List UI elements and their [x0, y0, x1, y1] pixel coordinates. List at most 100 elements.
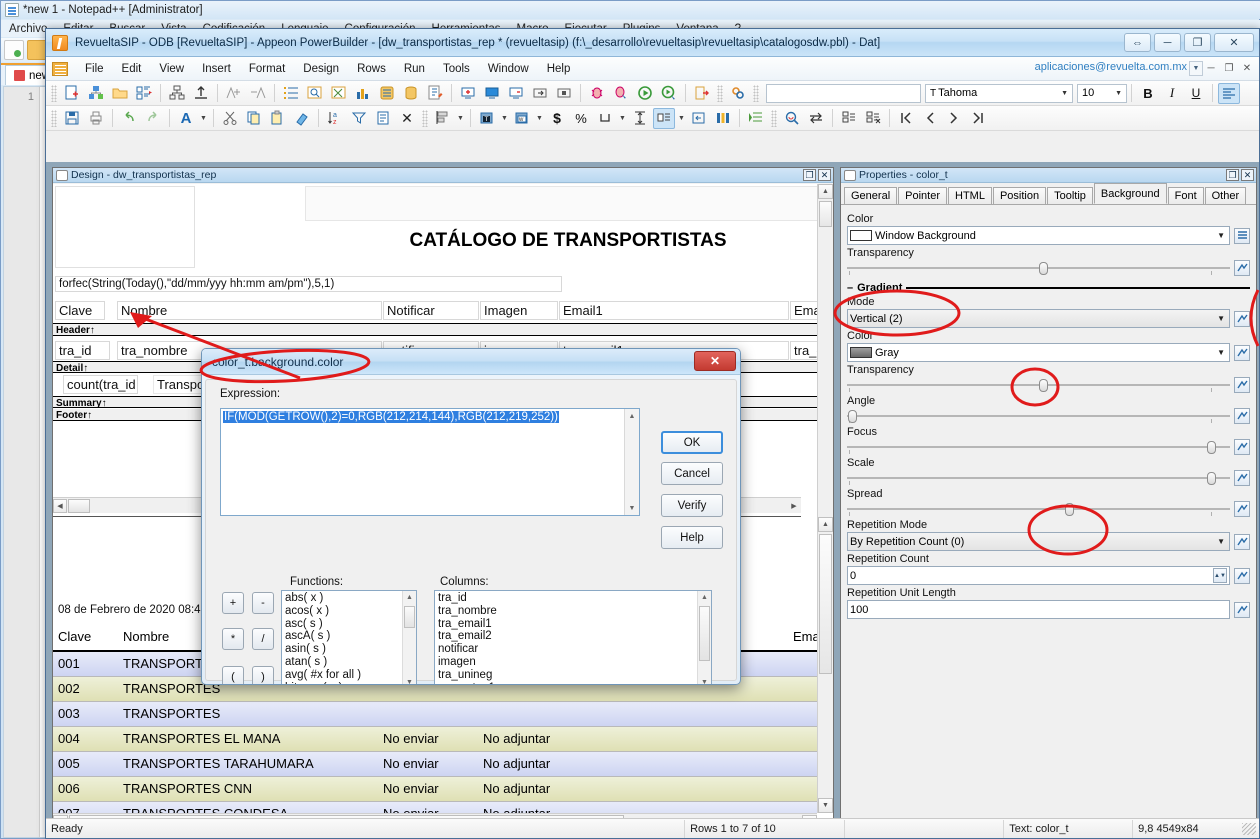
underline-button[interactable]: U: [1185, 83, 1207, 104]
scroll-thumb[interactable]: [68, 498, 90, 513]
tab-tooltip[interactable]: Tooltip: [1047, 187, 1093, 204]
spacing-chevron-icon[interactable]: ▼: [676, 108, 687, 129]
maximize-button[interactable]: ❐: [1184, 33, 1211, 52]
insert-text-icon[interactable]: T: [476, 108, 498, 129]
repetition-count-expression-button[interactable]: [1234, 567, 1250, 584]
filter-icon[interactable]: [348, 108, 370, 129]
list-item[interactable]: avg( #x for all ): [285, 669, 416, 682]
run-icon[interactable]: [634, 83, 656, 104]
menu-run[interactable]: Run: [395, 63, 434, 75]
debug-icon[interactable]: [586, 83, 608, 104]
scroll-down-arrow-icon[interactable]: ▼: [625, 501, 639, 515]
design-logo-placeholder[interactable]: [55, 186, 195, 268]
menu-window[interactable]: Window: [479, 63, 538, 75]
verify-button[interactable]: Verify: [661, 494, 723, 517]
chevron-down-icon[interactable]: ▼: [1217, 537, 1225, 546]
expression-vscrollbar[interactable]: ▲ ▼: [624, 409, 639, 515]
run-select-icon[interactable]: [658, 83, 680, 104]
prev-row-icon[interactable]: [919, 108, 941, 129]
expression-textarea[interactable]: IF(MOD(GETROW(),2)=0,RGB(212,214,144),RG…: [220, 408, 640, 516]
scale-expression-button[interactable]: [1234, 470, 1250, 486]
scroll-up-arrow-icon[interactable]: ▲: [818, 517, 833, 532]
undo-icon[interactable]: [118, 108, 140, 129]
insert-column-icon[interactable]: w: [511, 108, 533, 129]
menu-edit[interactable]: Edit: [113, 63, 151, 75]
design-report-title[interactable]: CATÁLOGO DE TRANSPORTISTAS: [383, 228, 753, 254]
expression-dialog-close-button[interactable]: ✕: [694, 351, 736, 371]
menu-view[interactable]: View: [150, 63, 193, 75]
list-item[interactable]: asin( s ): [285, 643, 416, 656]
scroll-up-arrow-icon[interactable]: ▲: [403, 591, 416, 604]
list-item[interactable]: notificar: [438, 643, 711, 656]
cancel-button[interactable]: Cancel: [661, 462, 723, 485]
operator-open-paren-button[interactable]: (: [222, 666, 244, 684]
repetition-unit-input[interactable]: 100: [847, 600, 1230, 619]
save-icon[interactable]: [61, 108, 83, 129]
sort-icon[interactable]: az: [324, 108, 346, 129]
new-object-icon[interactable]: [61, 83, 83, 104]
scroll-thumb[interactable]: [699, 606, 710, 661]
new-file-icon[interactable]: [4, 40, 24, 60]
redo-icon[interactable]: [142, 108, 164, 129]
scroll-right-arrow-icon[interactable]: ▶: [787, 499, 801, 513]
account-link[interactable]: aplicaciones@revuelta.com.mx: [1035, 61, 1187, 73]
list-item[interactable]: tra_nombre: [438, 605, 711, 618]
slider-knob[interactable]: [1207, 472, 1216, 485]
powerbuilder-toolbar-main[interactable]: T Tahoma ▼ 10 ▼ B I U: [46, 81, 1259, 106]
toolbar-grip[interactable]: [771, 109, 777, 127]
font-color-icon[interactable]: A: [175, 108, 197, 129]
insert-text-chevron-icon[interactable]: ▼: [499, 108, 510, 129]
properties-window-controls[interactable]: ❐ ✕: [1226, 169, 1254, 181]
database-table-icon[interactable]: [376, 83, 398, 104]
gradient-transparency-expression-button[interactable]: [1234, 377, 1250, 393]
functions-vscrollbar[interactable]: ▲ ▼: [402, 591, 416, 684]
align-chevron-icon[interactable]: ▼: [455, 108, 466, 129]
font-family-combobox[interactable]: T Tahoma ▼: [925, 83, 1073, 103]
chevron-down-icon[interactable]: ▼: [1217, 231, 1225, 240]
first-row-icon[interactable]: [895, 108, 917, 129]
repetition-mode-expression-button[interactable]: [1234, 533, 1250, 550]
spread-expression-button[interactable]: [1234, 501, 1250, 517]
clear-format-icon[interactable]: [291, 108, 313, 129]
operator-plus-button[interactable]: +: [222, 592, 244, 614]
scroll-thumb[interactable]: [404, 606, 415, 628]
design-maximize-button[interactable]: ❐: [803, 169, 816, 181]
cut-icon[interactable]: [219, 108, 241, 129]
list-item[interactable]: tra_id: [438, 592, 711, 605]
tab-font[interactable]: Font: [1167, 187, 1204, 204]
percent-format-icon[interactable]: %: [570, 108, 592, 129]
scroll-down-arrow-icon[interactable]: ▼: [818, 798, 833, 813]
design-header-clave[interactable]: Clave: [55, 301, 105, 320]
list-item[interactable]: tra_email2: [438, 630, 711, 643]
gradient-mode-combobox[interactable]: Vertical (2) ▼: [847, 309, 1230, 328]
columns-vscrollbar[interactable]: ▲ ▼: [697, 591, 711, 684]
design-detail-tra-id[interactable]: tra_id: [55, 341, 110, 360]
slider-knob[interactable]: [1207, 441, 1216, 454]
design-summary-count[interactable]: count(tra_id: [63, 375, 138, 394]
insert-row-icon[interactable]: [838, 108, 860, 129]
close-x-icon[interactable]: ✕: [396, 108, 418, 129]
design-header-imagen[interactable]: Imagen: [480, 301, 558, 320]
toolbar-grip[interactable]: [51, 109, 57, 127]
properties-tabstrip[interactable]: General Pointer HTML Position Tooltip Ba…: [841, 183, 1256, 205]
columns-listbox[interactable]: tra_id tra_nombre tra_email1 tra_email2 …: [434, 590, 712, 684]
toolbar-grip[interactable]: [717, 84, 723, 102]
list-item[interactable]: abs( x ): [285, 592, 416, 605]
gradient-transparency-slider[interactable]: [847, 377, 1230, 393]
list-item[interactable]: imagen: [438, 656, 711, 669]
next-row-icon[interactable]: [943, 108, 965, 129]
chevron-down-icon[interactable]: ▼: [1217, 348, 1225, 357]
design-header-notificar[interactable]: Notificar: [383, 301, 479, 320]
operator-multiply-button[interactable]: *: [222, 628, 244, 650]
spacing-icon[interactable]: [653, 107, 675, 129]
minimize-button[interactable]: ─: [1154, 33, 1181, 52]
design-subtitle-box[interactable]: [305, 186, 818, 221]
decrease-font-icon[interactable]: [247, 83, 269, 104]
scroll-thumb[interactable]: [819, 201, 832, 227]
list-item[interactable]: bitmap ( s ): [285, 682, 416, 684]
gradient-color-combobox[interactable]: Gray ▼: [847, 343, 1230, 362]
design-header-nombre[interactable]: Nombre: [117, 301, 382, 320]
table-row[interactable]: 003 TRANSPORTES: [53, 702, 818, 727]
scroll-left-arrow-icon[interactable]: ◀: [53, 498, 67, 513]
stop-icon[interactable]: [553, 83, 575, 104]
